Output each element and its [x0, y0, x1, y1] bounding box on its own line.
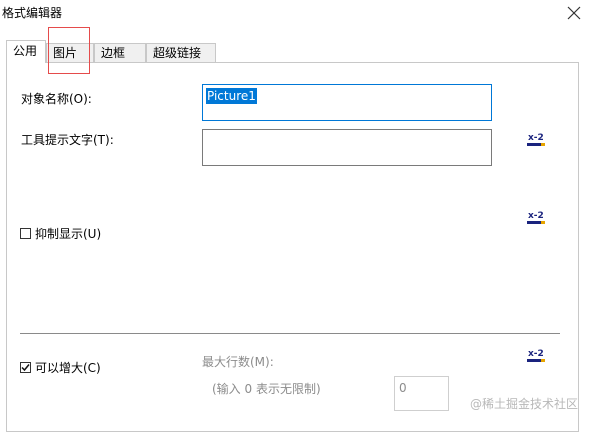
max-rows-hint: (输入 0 表示无限制) — [212, 382, 321, 396]
tab-border-label: 边框 — [101, 46, 126, 60]
tooltip-input[interactable] — [202, 129, 492, 166]
can-grow-label: 可以增大(C) — [35, 361, 101, 375]
object-name-value: Picture1 — [206, 88, 257, 104]
formula-x2-icon: x-2 — [527, 133, 545, 146]
watermark: @稀土掘金技术社区 — [470, 397, 579, 411]
max-rows-value: 0 — [399, 381, 407, 395]
tooltip-formula-button[interactable]: x-2 — [525, 130, 547, 150]
max-rows-input[interactable]: 0 — [394, 376, 449, 411]
tab-common-label: 公用 — [13, 44, 38, 58]
can-grow-formula-button[interactable]: x-2 — [525, 346, 547, 366]
suppress-formula-button[interactable]: x-2 — [525, 208, 547, 228]
close-icon — [567, 6, 581, 20]
close-button[interactable] — [560, 0, 588, 26]
tab-picture-label: 图片 — [53, 46, 78, 60]
max-rows-label: 最大行数(M): — [202, 355, 274, 369]
formula-x2-icon: x-2 — [527, 211, 545, 224]
suppress-checkbox[interactable] — [20, 228, 31, 239]
window-title: 格式编辑器 — [2, 6, 63, 20]
svg-text:x-2: x-2 — [528, 349, 544, 359]
can-grow-checkbox[interactable] — [20, 362, 31, 373]
tab-hyperlink-label: 超级链接 — [153, 46, 202, 60]
title-bar: 格式编辑器 — [0, 0, 592, 28]
separator — [20, 333, 560, 334]
checkmark-icon — [21, 364, 30, 372]
tab-picture[interactable]: 图片 — [46, 43, 94, 62]
object-name-label: 对象名称(O): — [21, 92, 92, 106]
tooltip-label: 工具提示文字(T): — [21, 133, 114, 147]
tab-border[interactable]: 边框 — [94, 43, 146, 62]
suppress-checkbox-row[interactable]: 抑制显示(U) — [20, 225, 101, 242]
tab-common[interactable]: 公用 — [6, 40, 46, 63]
svg-text:x-2: x-2 — [528, 211, 544, 221]
formula-x2-icon: x-2 — [527, 349, 545, 362]
tab-hyperlink[interactable]: 超级链接 — [146, 43, 216, 62]
can-grow-checkbox-row[interactable]: 可以增大(C) — [20, 359, 101, 376]
suppress-label: 抑制显示(U) — [35, 227, 102, 241]
object-name-input[interactable]: Picture1 — [202, 84, 492, 121]
svg-text:x-2: x-2 — [528, 133, 544, 143]
